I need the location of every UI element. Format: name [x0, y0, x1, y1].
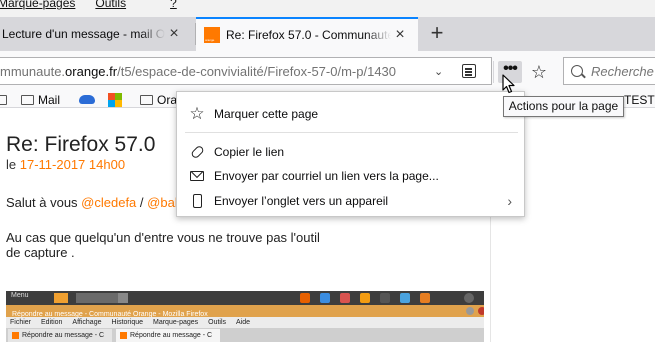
screenshot-menu-item: Aide: [236, 319, 251, 326]
bookmark-mail[interactable]: Mail: [21, 92, 60, 107]
link-icon: [189, 144, 205, 160]
mail-icon: [189, 168, 205, 184]
search-icon: [571, 65, 583, 77]
screenshot-menu-item: Marque-pages: [153, 319, 199, 326]
screenshot-tab-title: Répondre au message - C: [22, 332, 105, 339]
star-icon: ☆: [189, 104, 205, 123]
mouse-cursor-icon: [502, 74, 515, 94]
menu-item-label: Envoyer l’onglet vers un appareil: [214, 194, 389, 208]
screenshot-menu-item: Affichage: [72, 319, 102, 326]
bookmark-orange[interactable]: Ora: [140, 92, 177, 107]
tab-strip: Lecture d'un message - mail Or × Re: Fir…: [0, 17, 655, 51]
tab-title: Re: Firefox 57.0 - Communauté: [226, 28, 391, 42]
taskbar-menu-label: Menu: [11, 292, 29, 299]
url-domain: orange.fr: [65, 63, 118, 79]
post-line: Au cas que quelqu'un d'entre vous ne tro…: [6, 230, 320, 245]
post-greeting: Salut à vous @cledefa / @bab: [6, 195, 182, 210]
bookmark-label: Mail: [38, 92, 61, 107]
menu-item-label: Marquer cette page: [214, 107, 319, 121]
app-icon: [420, 293, 430, 303]
menu-item-label: Copier le lien: [214, 145, 285, 159]
app-icon: [380, 293, 390, 303]
orange-favicon-icon: [12, 332, 19, 339]
reader-view-icon[interactable]: [462, 64, 476, 78]
greeting-text: Salut à vous: [6, 195, 78, 210]
screenshot-menu-item: Edition: [41, 319, 63, 326]
navigation-bar: mmunaute.orange.fr/t5/espace-de-convivia…: [0, 51, 655, 91]
menu-item-bookmark-page[interactable]: ☆ Marquer cette page: [177, 103, 524, 125]
url-prefix: mmunaute.: [0, 63, 66, 79]
embedded-screenshot: Menu Répondre au message - Communauté Or…: [6, 291, 484, 342]
menu-outils[interactable]: Outils: [95, 0, 126, 9]
url-bar[interactable]: mmunaute.orange.fr/t5/espace-de-convivia…: [0, 57, 492, 85]
post-line: de capture .: [6, 245, 75, 260]
taskbar-slot: [76, 293, 118, 303]
url-separator: [493, 61, 494, 83]
bookmark-windows[interactable]: [108, 92, 122, 107]
menu-bar: Marque-pages Outils ?: [0, 0, 655, 17]
menu-marque-pages[interactable]: Marque-pages: [0, 0, 75, 9]
vlc-icon: [360, 293, 370, 303]
close-tab-icon[interactable]: ×: [165, 26, 183, 42]
bookmark-label: Ora: [157, 92, 178, 107]
firefox-icon: [300, 293, 310, 303]
trash-icon: [118, 293, 128, 303]
menu-item-copy-link[interactable]: Copier le lien: [177, 141, 524, 163]
search-placeholder: Recherche: [591, 63, 654, 79]
menu-item-label: Envoyer par courriel un lien vers la pag…: [214, 169, 439, 183]
screenshot-menu-item: Fichier: [10, 319, 32, 326]
orange-favicon-icon: [204, 27, 220, 43]
date-prefix: le: [6, 157, 17, 172]
screenshot-menubar: Fichier Edition Affichage Historique Mar…: [6, 317, 484, 328]
slash-text: /: [139, 195, 144, 210]
mention-link[interactable]: @cledefa: [81, 195, 136, 210]
windows-icon: [108, 92, 122, 107]
date-value: 17-11-2017 14h00: [19, 157, 126, 172]
screenshot-tab-title: Répondre au message - C: [130, 332, 213, 339]
screenshot-tabs: Répondre au message - C Répondre au mess…: [6, 328, 484, 342]
folder-icon: [21, 94, 34, 105]
screenshot-taskbar: Menu: [6, 291, 484, 305]
tab-title: Lecture d'un message - mail Or: [2, 27, 165, 41]
screenshot-menu-item: Outils: [208, 319, 227, 326]
menu-item-send-tab[interactable]: Envoyer l’onglet vers un appareil ›: [177, 190, 524, 212]
tab-firefox-communaute[interactable]: Re: Firefox 57.0 - Communauté ×: [196, 17, 418, 51]
app-icon: [400, 293, 410, 303]
tab-lecture-message[interactable]: Lecture d'un message - mail Or ×: [0, 17, 195, 51]
orange-favicon-icon: [120, 332, 127, 339]
bookmark-onedrive[interactable]: [79, 92, 95, 107]
cloud-icon: [79, 95, 95, 104]
post-title: Re: Firefox 57.0: [6, 133, 156, 156]
search-box[interactable]: Recherche: [563, 57, 655, 85]
menu-help[interactable]: ?: [170, 0, 177, 9]
close-icon: [478, 307, 484, 315]
screenshot-titlebar: Répondre au message - Communauté Orange …: [6, 305, 484, 318]
bookmark-test[interactable]: TEST: [624, 92, 655, 107]
url-path: /t5/espace-de-convivialité/Firefox-57-0/…: [117, 63, 397, 79]
post-date: le 17-11-2017 14h00: [6, 157, 125, 172]
app-icon: [54, 293, 68, 303]
menu-item-email-link[interactable]: Envoyer par courriel un lien vers la pag…: [177, 165, 524, 187]
page-actions-tooltip: Actions pour la page: [503, 96, 624, 117]
screenshot-tab: Répondre au message - C: [8, 329, 112, 342]
bookmark-folder[interactable]: [0, 92, 11, 107]
phone-icon: [189, 193, 205, 209]
page-actions-menu: ☆ Marquer cette page Copier le lien Envo…: [176, 91, 525, 217]
url-text[interactable]: mmunaute.orange.fr/t5/espace-de-convivia…: [0, 64, 440, 79]
bookmark-label: TEST: [624, 92, 655, 107]
folder-icon: [0, 94, 7, 105]
menu-separator: [185, 132, 518, 133]
chevron-right-icon: ›: [507, 193, 512, 209]
screenshot-menu-item: Historique: [111, 319, 143, 326]
app-icon: [340, 293, 350, 303]
power-icon: [464, 293, 474, 303]
maximize-icon: [466, 307, 474, 315]
bookmark-star-icon[interactable]: ☆: [528, 61, 550, 83]
folder-icon: [140, 94, 153, 105]
close-tab-icon[interactable]: ×: [391, 27, 409, 43]
app-icon: [320, 293, 330, 303]
new-tab-button[interactable]: +: [424, 19, 450, 47]
screenshot-tab: Répondre au message - C: [116, 329, 220, 342]
